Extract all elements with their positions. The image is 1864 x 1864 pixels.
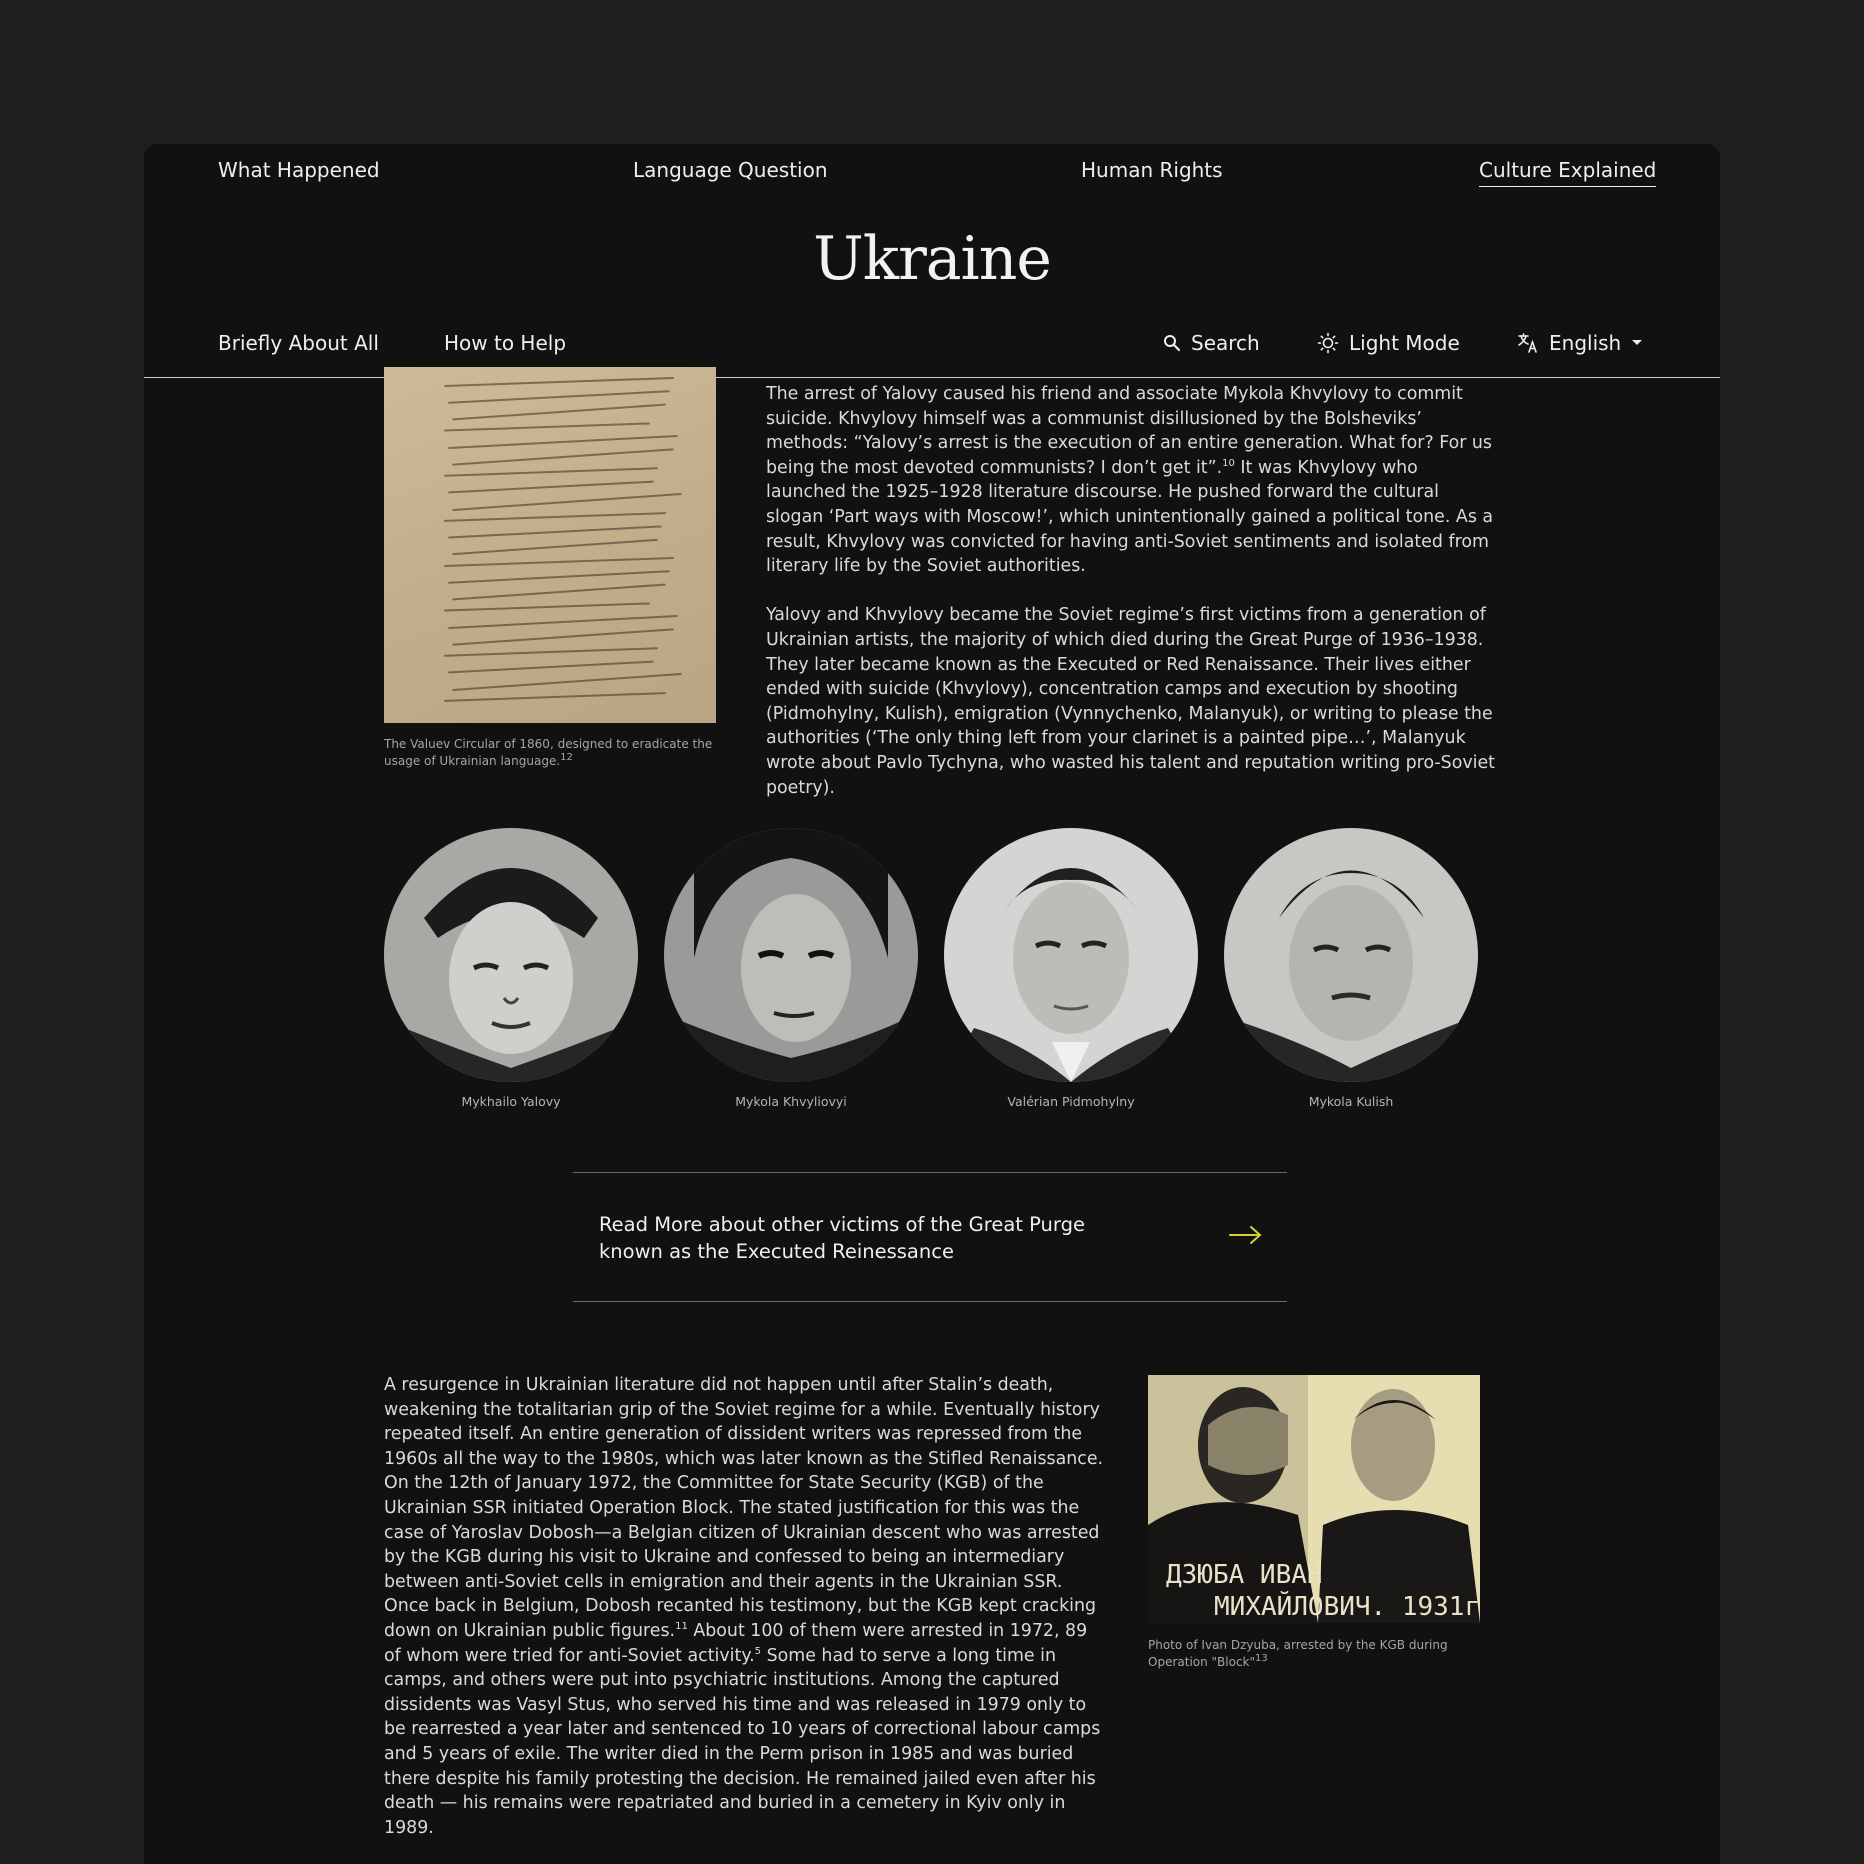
portrait-photo: [1224, 828, 1478, 1082]
handwriting-stroke: [452, 403, 666, 421]
nav-culture-explained[interactable]: Culture Explained: [1479, 158, 1657, 187]
handwriting-stroke: [444, 467, 658, 477]
search-button[interactable]: Search: [1163, 331, 1260, 355]
portrait-kulish: Mykola Kulish: [1224, 828, 1478, 1109]
handwriting-stroke: [444, 556, 674, 567]
valuev-circular-image: [384, 367, 716, 723]
top-nav: What Happened Language Question Human Ri…: [144, 158, 1720, 198]
portrait-pidmohylny: Valérian Pidmohylny: [944, 828, 1198, 1109]
dzyuba-caption: Photo of Ivan Dzyuba, arrested by the KG…: [1148, 1637, 1478, 1671]
footnote-ref[interactable]: 12: [560, 752, 573, 763]
sun-icon: [1317, 332, 1339, 354]
page-frame: What Happened Language Question Human Ri…: [144, 144, 1720, 1864]
read-more-label: Read More about other victims of the Gre…: [599, 1213, 1085, 1263]
handwriting-stroke: [452, 448, 674, 466]
portrait-photo: [384, 828, 638, 1082]
handwriting-stroke: [452, 538, 658, 555]
dzyuba-caption-text: Photo of Ivan Dzyuba, arrested by the KG…: [1148, 1638, 1448, 1669]
article-paragraphs-top: The arrest of Yalovy caused his friend a…: [766, 382, 1496, 825]
search-icon: [1163, 334, 1181, 352]
handwriting-stroke: [444, 376, 674, 387]
handwriting-stroke: [448, 614, 678, 629]
handwriting-stroke: [448, 390, 670, 404]
paragraph-khvylovy: The arrest of Yalovy caused his friend a…: [766, 382, 1496, 579]
handwriting-stroke: [452, 492, 682, 511]
handwriting-stroke: [448, 434, 678, 449]
portrait-name: Mykola Kulish: [1308, 1094, 1394, 1109]
portrait-name: Mykola Khvyliovyi: [735, 1094, 847, 1109]
portrait-khvyliovyi: Mykola Khvyliovyi: [664, 828, 918, 1109]
portrait-gallery: Mykhailo Yalovy Mykola Khvyliovyi Valéri…: [384, 828, 1484, 1109]
portrait-photo: [664, 828, 918, 1082]
light-mode-label: Light Mode: [1349, 331, 1460, 355]
translate-icon: [1517, 332, 1539, 354]
valuev-caption-text: The Valuev Circular of 1860, designed to…: [384, 737, 713, 768]
handwriting-stroke: [444, 692, 666, 702]
chevron-down-icon: [1631, 339, 1643, 347]
handwriting-stroke: [448, 480, 654, 493]
paragraph-text: A resurgence in Ukrainian literature did…: [384, 1375, 1104, 1641]
dzyuba-mugshot-image: ДЗЮБА ИВАН МИХАЙЛОВИЧ. 1931г.: [1148, 1375, 1480, 1623]
portrait-name: Valérian Pidmohylny: [1007, 1094, 1135, 1109]
portrait-yalovy: Mykhailo Yalovy: [384, 828, 638, 1109]
handwriting-stroke: [444, 512, 666, 522]
how-to-help-label: How to Help: [444, 331, 567, 355]
how-to-help-link[interactable]: How to Help: [444, 331, 566, 355]
mugshot-text-line-2: МИХАЙЛОВИЧ. 1931г.: [1214, 1590, 1480, 1622]
article-paragraph-stifled: A resurgence in Ukrainian literature did…: [384, 1373, 1106, 1840]
handwriting-stroke: [452, 583, 666, 601]
language-label: English: [1549, 331, 1622, 355]
handwriting-stroke: [444, 602, 650, 612]
handwriting-stroke: [444, 647, 658, 657]
paragraph-red-renaissance: Yalovy and Khvylovy became the Soviet re…: [766, 605, 1496, 798]
nav-what-happened[interactable]: What Happened: [218, 158, 380, 186]
portrait-photo: [944, 828, 1198, 1082]
nav-language-question[interactable]: Language Question: [633, 158, 828, 186]
handwriting-stroke: [444, 422, 650, 432]
footnote-ref[interactable]: 10: [1222, 458, 1235, 469]
site-logo[interactable]: Ukraine: [144, 224, 1720, 294]
handwriting-stroke: [452, 672, 682, 691]
read-more-link[interactable]: Read More about other victims of the Gre…: [573, 1172, 1287, 1302]
valuev-circular-caption: The Valuev Circular of 1860, designed to…: [384, 736, 714, 770]
light-mode-toggle[interactable]: Light Mode: [1317, 331, 1460, 355]
mugshot-text-line-1: ДЗЮБА ИВАН: [1166, 1560, 1323, 1590]
nav-human-rights[interactable]: Human Rights: [1081, 158, 1223, 186]
handwriting-stroke: [452, 628, 674, 646]
arrow-right-icon: [1229, 1225, 1263, 1249]
briefly-about-all-label: Briefly About All: [218, 331, 379, 355]
language-select[interactable]: English: [1517, 331, 1643, 355]
handwriting-stroke: [448, 525, 662, 539]
footnote-ref[interactable]: 11: [675, 1621, 688, 1632]
handwriting-stroke: [448, 660, 654, 673]
sub-nav: Briefly About All How to Help Search Lig…: [144, 327, 1720, 378]
search-label: Search: [1191, 331, 1260, 355]
handwriting-stroke: [448, 570, 670, 584]
portrait-name: Mykhailo Yalovy: [461, 1094, 561, 1109]
footnote-ref[interactable]: 13: [1255, 1653, 1268, 1664]
briefly-about-all-link[interactable]: Briefly About All: [218, 331, 379, 355]
paragraph-text: Some had to serve a long time in camps, …: [384, 1645, 1101, 1838]
